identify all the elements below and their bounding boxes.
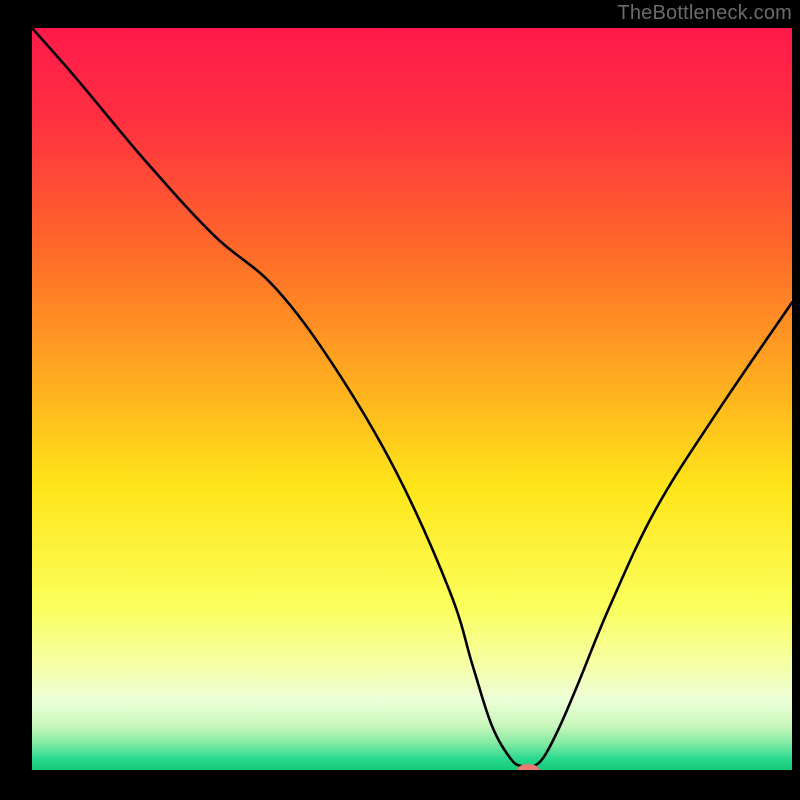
optimal-marker: [517, 764, 539, 776]
watermark-text: TheBottleneck.com: [617, 2, 792, 25]
gradient-background: [32, 28, 792, 770]
chart-frame: TheBottleneck.com: [0, 0, 800, 800]
bottleneck-chart: [0, 0, 800, 800]
